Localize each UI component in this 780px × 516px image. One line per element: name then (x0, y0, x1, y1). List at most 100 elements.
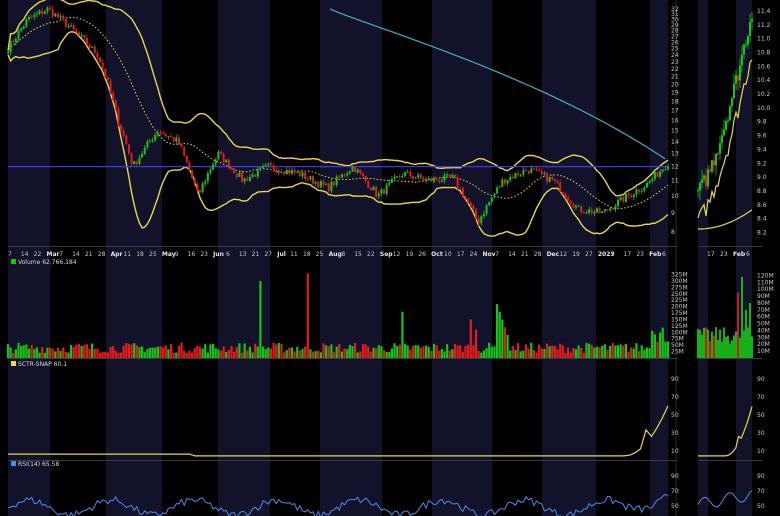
date-axis-label: 27 (264, 251, 272, 258)
volume-bar (614, 345, 617, 358)
candle-body (59, 16, 62, 18)
date-axis-label: 14 (21, 251, 29, 258)
candle-body (196, 184, 199, 191)
candle-body (172, 136, 175, 142)
volume-bar (472, 345, 475, 358)
candle-body (627, 193, 630, 196)
candle-body (106, 77, 109, 81)
candle-body (530, 168, 533, 174)
volume-bar (440, 349, 443, 358)
volume-bar (143, 352, 146, 358)
candle-body (248, 176, 251, 181)
zoom-volume-bar (735, 331, 737, 358)
zoom-volume-bar (705, 327, 707, 358)
candle-body (375, 186, 378, 197)
candle-body (380, 189, 383, 194)
candle-body (262, 166, 265, 168)
zoom-candle-body (723, 129, 725, 136)
volume-bar (388, 351, 391, 358)
zoom-volume-bar (723, 327, 725, 358)
zoom-price-axis-label: 8.2 (757, 230, 767, 237)
month-band-3 (320, 0, 382, 516)
volume-bar (382, 350, 386, 358)
candle-body (422, 178, 425, 181)
candle-body (56, 13, 59, 18)
zoom-volume-bar (707, 329, 709, 358)
price-axis-label: 12 (671, 164, 679, 171)
candle-body (322, 181, 325, 185)
candle-body (667, 166, 669, 170)
date-axis-label: 28 (534, 251, 542, 258)
candle-body (96, 53, 99, 58)
candle-body (325, 183, 328, 185)
candle-body (435, 178, 438, 181)
zoom-volume-bar (699, 329, 701, 358)
candle-body (561, 192, 564, 195)
date-axis-label: 26 (418, 251, 426, 258)
volume-bar (248, 346, 252, 358)
candle-body (643, 187, 646, 191)
date-axis-label: 14 (508, 251, 516, 258)
candle-body (432, 178, 435, 182)
candle-body (419, 174, 422, 179)
zoom-volume-bar (751, 336, 753, 358)
volume-bar (67, 352, 70, 358)
candle-body (46, 7, 49, 12)
zoom-date-axis-label: 6 (746, 251, 750, 258)
month-band-6 (650, 0, 668, 516)
date-axis-label: 18 (303, 251, 311, 258)
zoom-volume-bar (713, 335, 715, 358)
date-axis-label: 24 (470, 251, 478, 258)
zoom-candle-body (745, 44, 747, 46)
candle-body (475, 209, 478, 219)
volume-bar (498, 311, 501, 358)
zoom-candle-body (725, 121, 727, 130)
volume-bar (217, 349, 220, 358)
date-axis-label: 13 (239, 251, 247, 258)
candle-body (454, 174, 457, 178)
candle-body (611, 208, 614, 210)
date-axis-label: 19 (572, 251, 580, 258)
volume-bar (319, 352, 323, 358)
zoom-candle-body (751, 18, 753, 22)
volume-bar (435, 345, 438, 358)
volume-bar (443, 351, 446, 358)
volume-bar (80, 345, 83, 358)
date-axis-label: 11 (290, 251, 298, 258)
candle-body (256, 168, 259, 177)
zoom-volume-bar (697, 328, 699, 358)
candle-body (254, 174, 257, 177)
volume-bar (493, 346, 496, 358)
rsi-axis-label: 70 (671, 488, 679, 495)
candle-body (238, 172, 241, 177)
candle-body (548, 176, 551, 182)
zoom-candle-body (739, 65, 741, 81)
zoom-price-axis-label: 11.0 (757, 36, 771, 43)
date-axis-label: Dec (547, 251, 560, 258)
date-axis-label: 23 (200, 251, 208, 258)
candle-body (162, 133, 165, 135)
candle-body (383, 189, 386, 194)
candle-body (33, 14, 36, 18)
volume-bar (566, 347, 570, 358)
zoom-volume-bar (727, 335, 729, 358)
volume-bar (14, 349, 17, 358)
month-band-0 (8, 0, 50, 516)
volume-bar (138, 347, 141, 358)
candle-body (503, 179, 506, 184)
candle-body (653, 172, 656, 180)
volume-bar (306, 273, 309, 358)
sctr-axis-label: 50 (671, 412, 679, 419)
volume-bar (235, 347, 238, 358)
volume-bar (290, 347, 294, 358)
alternating-month-bands (8, 0, 752, 516)
volume-bar (446, 344, 449, 358)
candle-body (317, 181, 320, 188)
volume-bar (311, 351, 315, 358)
volume-bar (88, 348, 91, 358)
volume-bar (348, 344, 351, 358)
volume-bar (309, 349, 312, 358)
candle-body (120, 125, 123, 131)
candle-body (443, 174, 446, 181)
candle-body (14, 38, 17, 43)
